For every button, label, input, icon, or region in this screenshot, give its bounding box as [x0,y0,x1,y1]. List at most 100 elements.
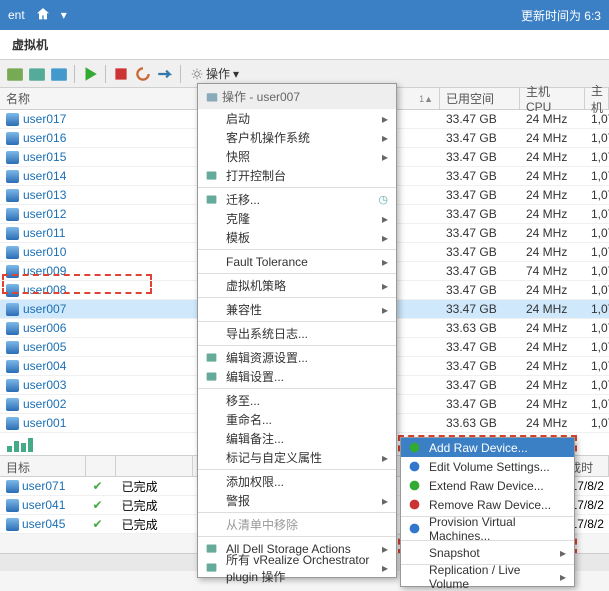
task-target: user041 [22,498,65,512]
header-bar: ent ▾ 更新时间为 6:3 [0,0,609,30]
vm-icon [6,499,19,512]
chevron-down-icon: ▾ [233,67,239,81]
host-cpu: 24 MHz [520,416,585,430]
vm-name: user011 [23,226,65,240]
col-target[interactable]: 目标 [0,456,86,476]
submenu-label: Edit Volume Settings... [429,460,550,474]
chevron-down-icon[interactable]: ▾ [61,8,67,22]
menu-item[interactable]: 编辑备注... [198,429,396,448]
stop-icon[interactable] [112,65,130,83]
submenu-label: Replication / Live Volume [429,563,560,591]
menu-item[interactable]: 虚拟机策略▸ [198,276,396,295]
vm-name: user013 [23,188,66,202]
disk-icon [407,460,421,474]
vm-name: user003 [23,378,66,392]
used-space: 33.63 GB [440,416,520,430]
context-menu: 操作 - user007 启动▸客户机操作系统▸快照▸打开控制台迁移...◷克隆… [197,83,397,578]
used-space: 33.47 GB [440,302,520,316]
submenu-item[interactable]: Remove Raw Device... [401,495,574,514]
menu-item[interactable]: 从清单中移除 [198,515,396,534]
menu-item[interactable]: 重命名... [198,410,396,429]
col-used[interactable]: 已用空间 [440,88,520,109]
host-mem: 1,07 [585,169,609,183]
menu-label: 所有 vRealize Orchestrator plugin 操作 [226,551,382,585]
actions-dropdown[interactable]: 操作 ▾ [187,65,243,82]
vm-icon [6,170,19,183]
chevron-right-icon: ▸ [382,112,388,126]
submenu-item[interactable]: Add Raw Device... [401,438,574,457]
chevron-right-icon: ▸ [382,451,388,465]
host-cpu: 24 MHz [520,112,585,126]
task-status: 已完成 [116,478,193,495]
host-cpu: 24 MHz [520,359,585,373]
used-space: 33.47 GB [440,169,520,183]
vm-icon [6,322,19,335]
vm-icon [6,151,19,164]
menu-label: 兼容性 [226,301,262,318]
console-icon[interactable] [50,65,68,83]
host-mem: 1,07 [585,397,609,411]
migrate-icon[interactable] [156,65,174,83]
host-cpu: 24 MHz [520,302,585,316]
edit-icon [204,351,218,365]
vm-icon [6,265,19,278]
menu-item[interactable]: 启动▸ [198,109,396,128]
host-mem: 1,07 [585,188,609,202]
new-vm-icon[interactable] [6,65,24,83]
menu-item[interactable]: 打开控制台 [198,166,396,185]
submenu-label: Provision Virtual Machines... [429,515,566,543]
task-status: 已完成 [116,516,193,533]
col-cpu[interactable]: 主机 CPU [520,88,585,109]
disk-icon [407,522,421,536]
submenu-item[interactable]: Snapshot▸ [401,543,574,562]
deploy-icon[interactable] [28,65,46,83]
used-space: 33.47 GB [440,397,520,411]
host-mem: 1,07 [585,321,609,335]
menu-item[interactable]: 警报▸ [198,491,396,510]
play-icon[interactable] [81,65,99,83]
vm-name: user007 [23,302,66,316]
disk-icon [407,498,421,512]
menu-item[interactable]: 兼容性▸ [198,300,396,319]
menu-item[interactable]: 导出系统日志... [198,324,396,343]
chevron-right-icon: ▸ [382,231,388,245]
used-space: 33.47 GB [440,283,520,297]
disk-icon [407,441,421,455]
host-cpu: 24 MHz [520,245,585,259]
migrate-icon [204,193,218,207]
host-mem: 1,07 [585,264,609,278]
brand-text: ent [8,8,25,22]
menu-label: 迁移... [226,191,260,208]
menu-item[interactable]: 添加权限... [198,472,396,491]
menu-label: 模板 [226,229,250,246]
menu-item[interactable]: 客户机操作系统▸ [198,128,396,147]
menu-item[interactable]: 克隆▸ [198,209,396,228]
menu-item[interactable]: 编辑设置... [198,367,396,386]
menu-item[interactable]: 所有 vRealize Orchestrator plugin 操作▸ [198,558,396,577]
host-cpu: 24 MHz [520,283,585,297]
restart-icon[interactable] [134,65,152,83]
vm-icon [6,360,19,373]
col-host[interactable]: 主机 [585,88,609,109]
menu-item[interactable]: 快照▸ [198,147,396,166]
submenu-item[interactable]: Replication / Live Volume▸ [401,567,574,586]
submenu-item[interactable]: Edit Volume Settings... [401,457,574,476]
page-title: 虚拟机 [0,30,609,60]
used-space: 33.47 GB [440,207,520,221]
console-icon [204,169,218,183]
host-cpu: 24 MHz [520,188,585,202]
used-space: 33.47 GB [440,188,520,202]
submenu-item[interactable]: Extend Raw Device... [401,476,574,495]
vm-name: user008 [23,283,66,297]
menu-item[interactable]: 模板 ▸ [198,228,396,247]
home-icon[interactable] [35,6,51,25]
menu-item[interactable]: Fault Tolerance▸ [198,252,396,271]
menu-item[interactable]: 迁移...◷ [198,190,396,209]
vm-icon [6,227,19,240]
chevron-right-icon: ▸ [560,546,566,560]
edit2-icon [204,370,218,384]
submenu-item[interactable]: Provision Virtual Machines... [401,519,574,538]
menu-item[interactable]: 移至... [198,391,396,410]
menu-item[interactable]: 编辑资源设置... [198,348,396,367]
menu-item[interactable]: 标记与自定义属性▸ [198,448,396,467]
